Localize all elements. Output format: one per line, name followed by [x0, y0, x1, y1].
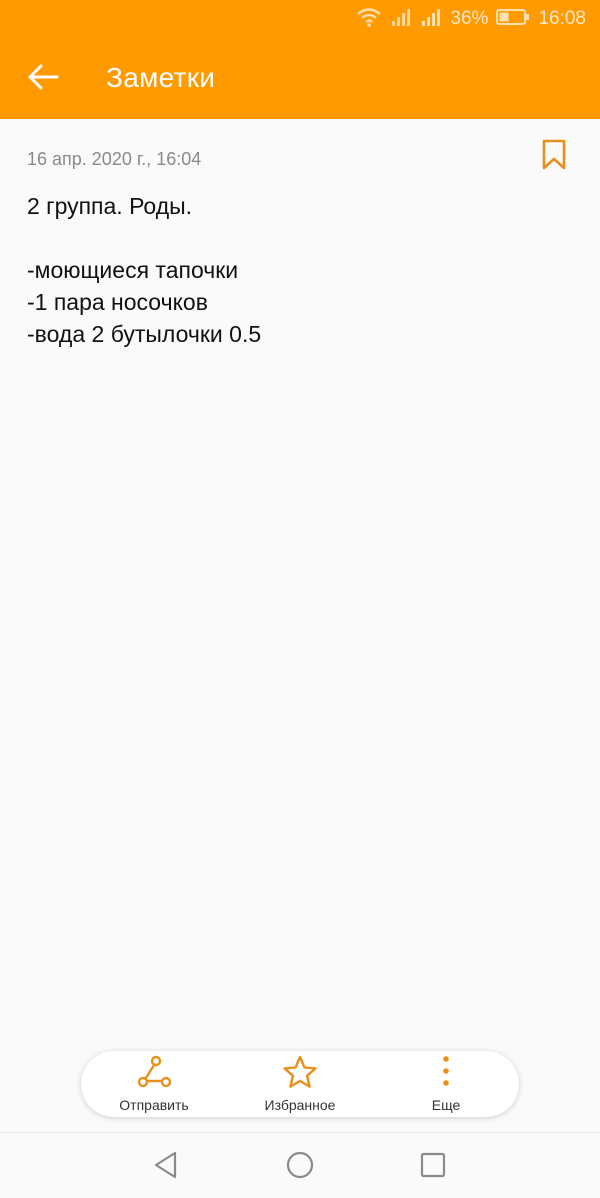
- wifi-icon: [356, 7, 382, 32]
- home-circle-icon: [285, 1150, 315, 1185]
- note-line: 2 группа. Роды.: [27, 193, 193, 219]
- send-button[interactable]: Отправить: [94, 1054, 214, 1114]
- note-line: -вода 2 бутылочки 0.5: [27, 321, 262, 347]
- note-line: [27, 222, 567, 254]
- signal-icon: [390, 7, 412, 32]
- arrow-left-icon: [27, 63, 59, 96]
- battery-icon: [496, 8, 530, 31]
- nav-back-button[interactable]: [146, 1147, 186, 1187]
- status-time: 16:08: [538, 8, 586, 29]
- note-body[interactable]: 2 группа. Роды. -моющиеся тапочки -1 пар…: [27, 190, 567, 350]
- more-vertical-icon: [428, 1055, 464, 1094]
- bookmark-button[interactable]: [536, 138, 572, 176]
- note-line: -1 пара носочков: [27, 289, 208, 315]
- battery-percent: 36%: [450, 8, 489, 29]
- nav-recents-button[interactable]: [413, 1147, 453, 1187]
- share-icon: [136, 1055, 172, 1094]
- top-bar: 36% 16:08 Заметки: [0, 0, 600, 119]
- app-bar: Заметки: [0, 38, 600, 119]
- app-title: Заметки: [106, 62, 216, 93]
- more-label: Еще: [431, 1097, 461, 1113]
- back-triangle-icon: [152, 1150, 180, 1185]
- system-navigation-bar: [0, 1132, 600, 1198]
- note-date: 16 апр. 2020 г., 16:04: [27, 149, 202, 169]
- recents-square-icon: [419, 1151, 447, 1184]
- back-button[interactable]: [18, 54, 68, 104]
- favorite-button[interactable]: Избранное: [240, 1054, 360, 1114]
- signal-icon: [420, 7, 442, 32]
- note-line: -моющиеся тапочки: [27, 257, 239, 283]
- notes-screen: 36% 16:08 Заметки 16 апр. 2020 г., 16:04…: [0, 0, 600, 1198]
- more-button[interactable]: Еще: [386, 1054, 506, 1114]
- favorite-label: Избранное: [264, 1097, 336, 1113]
- bottom-action-bar: Отправить Избранное Еще: [81, 1051, 519, 1117]
- star-icon: [282, 1055, 318, 1094]
- bookmark-icon: [541, 139, 567, 176]
- nav-home-button[interactable]: [280, 1147, 320, 1187]
- status-icons: 36% 16:08: [356, 6, 586, 32]
- send-label: Отправить: [119, 1097, 189, 1113]
- status-bar: 36% 16:08: [0, 0, 600, 38]
